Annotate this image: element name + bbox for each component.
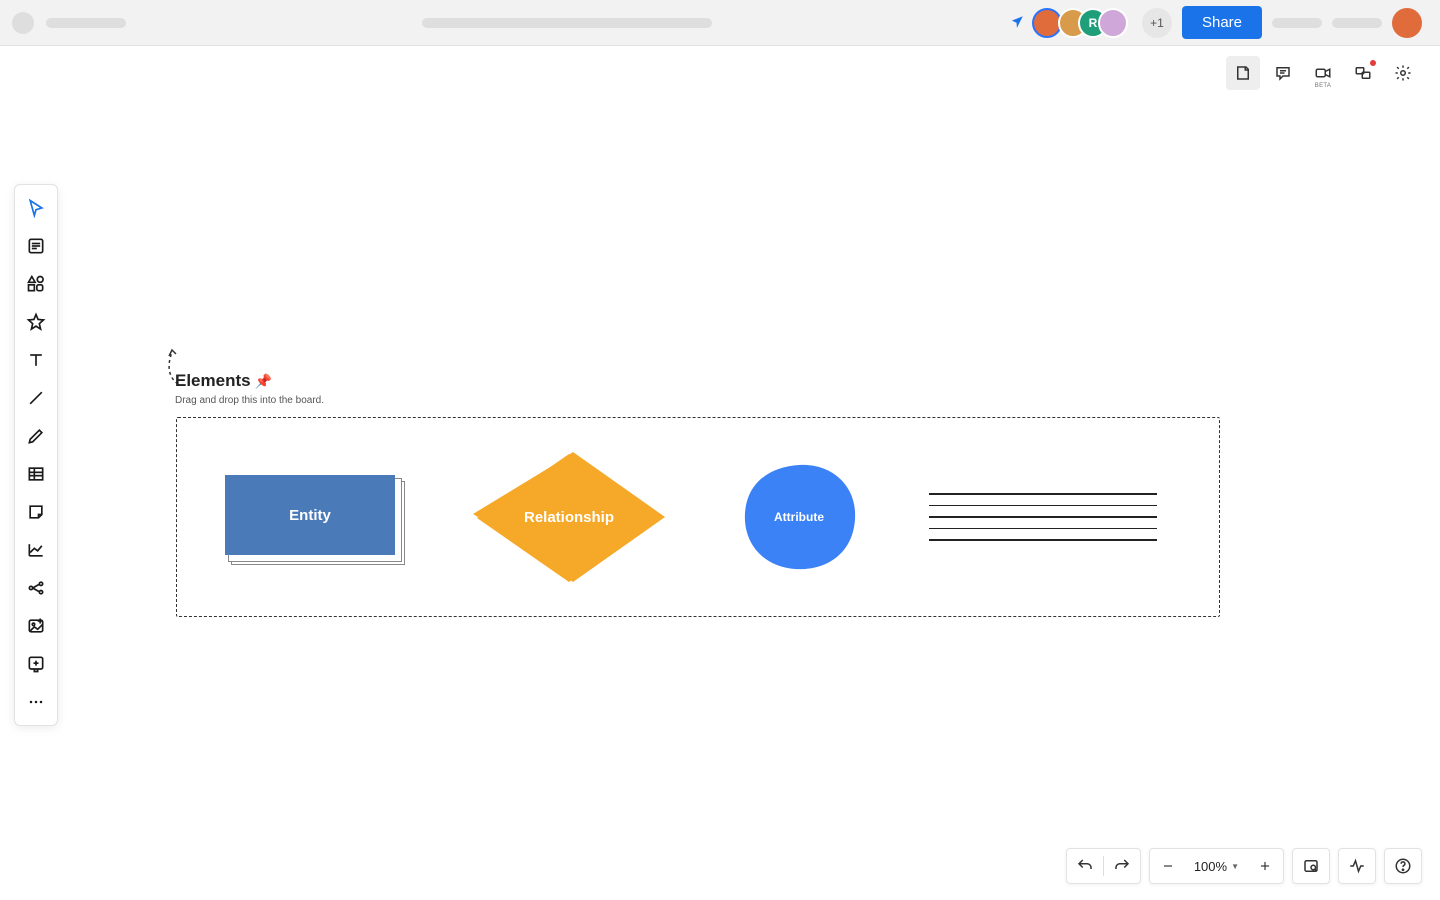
zoom-level-dropdown[interactable]: 100% ▼ — [1186, 859, 1247, 874]
extra-users-badge[interactable]: +1 — [1142, 8, 1172, 38]
frame-add-icon — [26, 654, 46, 674]
elements-title-text: Elements — [175, 371, 251, 391]
comments-button[interactable] — [1266, 56, 1300, 90]
video-icon — [1314, 64, 1332, 82]
relationship-label: Relationship — [469, 448, 669, 586]
connector-tool[interactable] — [14, 569, 58, 607]
activity-button[interactable] — [1339, 848, 1375, 884]
app-header: R +1 Share — [0, 0, 1440, 46]
bottom-controls: 100% ▼ — [1066, 848, 1422, 884]
help-button[interactable] — [1385, 848, 1421, 884]
settings-button[interactable] — [1386, 56, 1420, 90]
pulse-icon — [1348, 857, 1366, 875]
pen-tool[interactable] — [14, 417, 58, 455]
map-button-group — [1292, 848, 1330, 884]
note-icon — [1234, 64, 1252, 82]
notes-button[interactable] — [1226, 56, 1260, 90]
zoom-value: 100% — [1194, 859, 1227, 874]
undo-redo-group — [1066, 848, 1141, 884]
board-canvas[interactable]: Elements 📌 Drag and drop this into the b… — [0, 46, 1440, 900]
star-icon — [26, 312, 46, 332]
pencil-icon — [26, 426, 46, 446]
logo-placeholder[interactable] — [12, 12, 34, 34]
screens-icon — [1354, 64, 1372, 82]
relationship-shape[interactable]: Relationship — [469, 448, 669, 586]
zoom-group: 100% ▼ — [1149, 848, 1284, 884]
video-button[interactable]: BETA — [1306, 56, 1340, 90]
text-lines-shape[interactable] — [929, 493, 1157, 541]
image-tool[interactable] — [14, 607, 58, 645]
frame-add-tool[interactable] — [14, 645, 58, 683]
entity-label: Entity — [289, 507, 331, 524]
current-user-avatar[interactable] — [1392, 8, 1422, 38]
text-line-3 — [929, 516, 1157, 518]
image-icon — [26, 616, 46, 636]
elements-label-group: Elements 📌 Drag and drop this into the b… — [175, 371, 324, 406]
elements-title: Elements 📌 — [175, 371, 324, 391]
header-placeholder-2[interactable] — [1332, 18, 1382, 28]
plus-icon — [1258, 859, 1272, 873]
board-title-placeholder[interactable] — [46, 18, 126, 28]
pin-icon: 📌 — [255, 373, 272, 390]
left-toolbar — [14, 184, 58, 726]
present-button[interactable] — [1346, 56, 1380, 90]
sticky-note-icon — [26, 502, 46, 522]
minimap-icon — [1302, 857, 1320, 875]
text-line-1 — [929, 493, 1157, 495]
entity-rect: Entity — [225, 475, 395, 555]
text-icon — [26, 350, 46, 370]
chart-icon — [26, 540, 46, 560]
activity-button-group — [1338, 848, 1376, 884]
cursor-icon — [26, 198, 46, 218]
avatar-letter: R — [1089, 16, 1098, 30]
sticky-tool[interactable] — [14, 493, 58, 531]
comment-icon — [1274, 64, 1292, 82]
redo-button[interactable] — [1104, 848, 1140, 884]
more-icon — [26, 692, 46, 712]
select-tool[interactable] — [14, 189, 58, 227]
text-line-2 — [929, 505, 1157, 507]
chart-tool[interactable] — [14, 531, 58, 569]
attribute-shape[interactable]: Attribute — [739, 461, 859, 573]
line-tool[interactable] — [14, 379, 58, 417]
presence-avatars: R — [1032, 8, 1128, 38]
redo-icon — [1113, 857, 1131, 875]
more-tools[interactable] — [14, 683, 58, 721]
text-line-5 — [929, 539, 1157, 541]
avatar-user-4[interactable] — [1098, 8, 1128, 38]
attribute-label: Attribute — [739, 461, 859, 573]
shapes-tool[interactable] — [14, 265, 58, 303]
minus-icon — [1161, 859, 1175, 873]
chevron-down-icon: ▼ — [1231, 862, 1239, 871]
top-right-actions: BETA — [1226, 56, 1420, 90]
header-center-placeholder — [422, 18, 712, 28]
presence-cursor-icon — [1008, 12, 1026, 32]
help-button-group — [1384, 848, 1422, 884]
help-icon — [1394, 857, 1412, 875]
zoom-out-button[interactable] — [1150, 848, 1186, 884]
star-tool[interactable] — [14, 303, 58, 341]
shapes-icon — [26, 274, 46, 294]
template-icon — [26, 236, 46, 256]
elements-container: Entity Relationship Attribute — [176, 417, 1220, 617]
connector-icon — [26, 578, 46, 598]
grid-tool[interactable] — [14, 455, 58, 493]
notification-dot-icon — [1370, 60, 1376, 66]
text-line-4 — [929, 528, 1157, 530]
line-icon — [26, 388, 46, 408]
entity-shape[interactable]: Entity — [225, 475, 399, 559]
zoom-in-button[interactable] — [1247, 848, 1283, 884]
header-right: R +1 Share — [1009, 6, 1422, 39]
undo-icon — [1076, 857, 1094, 875]
minimap-button[interactable] — [1293, 848, 1329, 884]
share-button[interactable]: Share — [1182, 6, 1262, 39]
beta-label: BETA — [1315, 83, 1331, 89]
gear-icon — [1394, 64, 1412, 82]
template-tool[interactable] — [14, 227, 58, 265]
undo-button[interactable] — [1067, 848, 1103, 884]
table-icon — [26, 464, 46, 484]
elements-subtitle: Drag and drop this into the board. — [175, 395, 324, 406]
header-placeholder-1[interactable] — [1272, 18, 1322, 28]
text-tool[interactable] — [14, 341, 58, 379]
